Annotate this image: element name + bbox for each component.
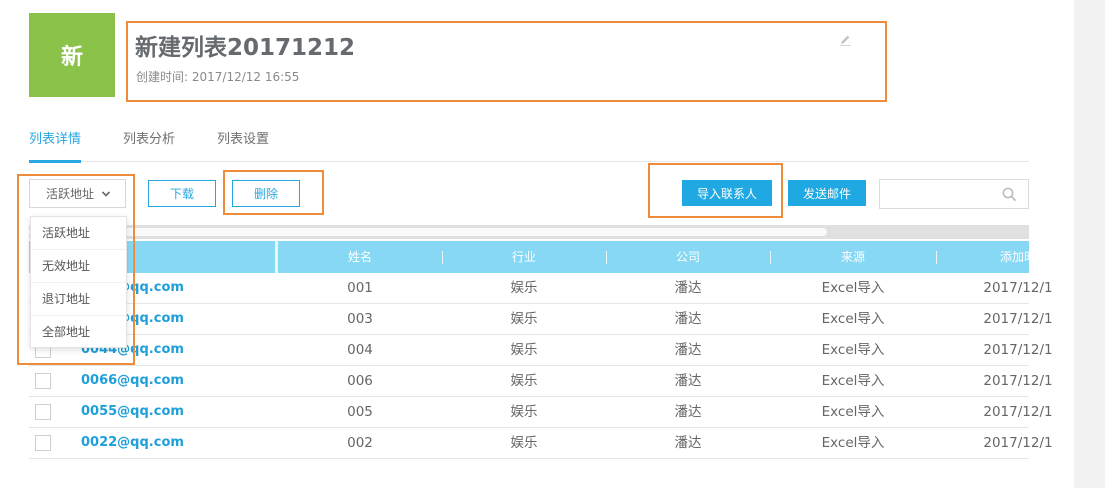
col-source: 来源 xyxy=(840,250,865,264)
highlight-title-box xyxy=(126,21,887,102)
row-name: 001 xyxy=(347,280,373,296)
col-added: 添加时 xyxy=(999,250,1036,264)
send-email-button[interactable]: 发送邮件 xyxy=(788,180,866,206)
row-company: 潘达 xyxy=(674,342,702,358)
row-added: 2017/12/1 xyxy=(983,404,1053,420)
row-source: Excel导入 xyxy=(821,342,885,358)
row-name: 005 xyxy=(347,404,373,420)
tab-list-settings[interactable]: 列表设置 xyxy=(217,128,269,162)
row-industry: 娱乐 xyxy=(510,280,538,296)
table-row[interactable]: 0066@qq.com 006 娱乐 潘达 Excel导入 2017/12/1 xyxy=(29,366,1053,397)
tab-list-details[interactable]: 列表详情 xyxy=(29,128,82,163)
tab-bar: 列表详情 列表分析 列表设置 xyxy=(29,128,1029,163)
search-icon[interactable] xyxy=(1002,187,1017,202)
row-source: Excel导入 xyxy=(821,435,885,451)
avatar-char: 新 xyxy=(60,45,83,70)
row-email[interactable]: 0066@qq.com xyxy=(81,366,184,396)
table-body: 0011@qq.com 001 娱乐 潘达 Excel导入 2017/12/1 … xyxy=(29,273,1053,459)
highlight-filter-box xyxy=(17,174,135,365)
tab-list-analysis[interactable]: 列表分析 xyxy=(123,128,175,162)
row-industry: 娱乐 xyxy=(510,311,538,327)
row-checkbox[interactable] xyxy=(35,435,51,451)
row-added: 2017/12/1 xyxy=(983,311,1053,327)
download-button[interactable]: 下载 xyxy=(148,180,216,207)
highlight-import-box xyxy=(648,163,783,218)
row-industry: 娱乐 xyxy=(510,342,538,358)
row-name: 002 xyxy=(347,435,373,451)
row-checkbox[interactable] xyxy=(35,404,51,420)
row-added: 2017/12/1 xyxy=(983,280,1053,296)
row-company: 潘达 xyxy=(674,311,702,327)
row-source: Excel导入 xyxy=(821,404,885,420)
table-row[interactable]: 0011@qq.com 001 娱乐 潘达 Excel导入 2017/12/1 xyxy=(29,273,1053,304)
col-company: 公司 xyxy=(675,250,700,264)
table-row[interactable]: 0044@qq.com 004 娱乐 潘达 Excel导入 2017/12/1 xyxy=(29,335,1053,366)
row-company: 潘达 xyxy=(674,280,702,296)
table-row[interactable]: 0022@qq.com 002 娱乐 潘达 Excel导入 2017/12/1 xyxy=(29,428,1053,459)
col-industry: 行业 xyxy=(511,250,536,264)
row-company: 潘达 xyxy=(674,435,702,451)
row-added: 2017/12/1 xyxy=(983,342,1053,358)
row-email[interactable]: 0055@qq.com xyxy=(81,397,184,427)
row-added: 2017/12/1 xyxy=(983,435,1053,451)
row-name: 003 xyxy=(347,311,373,327)
row-email[interactable]: 0022@qq.com xyxy=(81,428,184,458)
row-name: 004 xyxy=(347,342,373,358)
row-company: 潘达 xyxy=(674,373,702,389)
search-box[interactable] xyxy=(879,179,1029,209)
table-row[interactable]: 0033@qq.com 003 娱乐 潘达 Excel导入 2017/12/1 xyxy=(29,304,1053,335)
row-company: 潘达 xyxy=(674,404,702,420)
table-header: 邮箱 姓名 行业 公司 来源 添加时 xyxy=(29,241,1036,273)
row-industry: 娱乐 xyxy=(510,373,538,389)
row-source: Excel导入 xyxy=(821,373,885,389)
row-source: Excel导入 xyxy=(821,280,885,296)
scrollbar-thumb[interactable] xyxy=(29,228,827,236)
row-checkbox[interactable] xyxy=(35,373,51,389)
table-row[interactable]: 0055@qq.com 005 娱乐 潘达 Excel导入 2017/12/1 xyxy=(29,397,1053,428)
row-added: 2017/12/1 xyxy=(983,373,1053,389)
page: { "header": { "avatar_char": "新", "title… xyxy=(0,0,1105,488)
row-name: 006 xyxy=(347,373,373,389)
row-industry: 娱乐 xyxy=(510,435,538,451)
col-name: 姓名 xyxy=(347,250,372,264)
row-industry: 娱乐 xyxy=(510,404,538,420)
list-avatar: 新 xyxy=(29,13,115,97)
horizontal-scrollbar[interactable] xyxy=(29,225,1029,239)
row-source: Excel导入 xyxy=(821,311,885,327)
highlight-delete-box xyxy=(223,170,324,215)
